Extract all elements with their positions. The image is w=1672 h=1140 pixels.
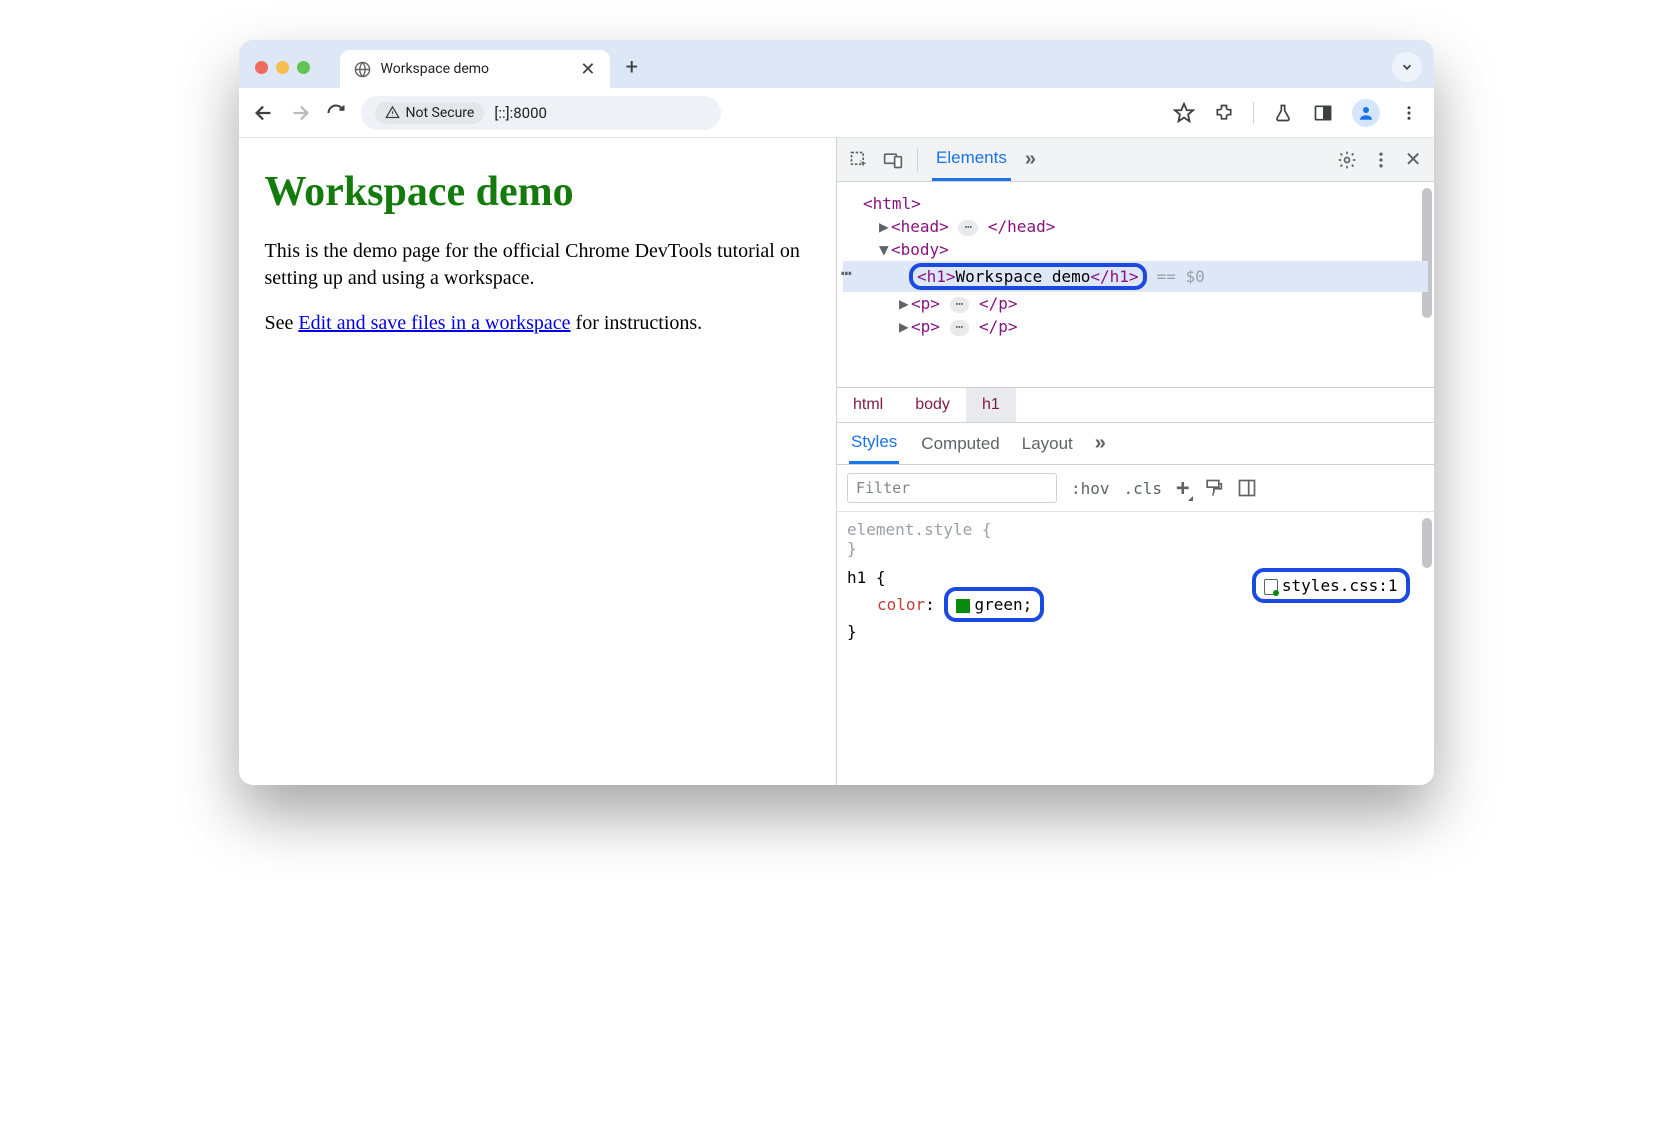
security-chip[interactable]: Not Secure [375, 102, 485, 124]
elements-tab[interactable]: Elements [932, 138, 1011, 181]
dom-node-p1[interactable]: ▶<p> ⋯ </p> [843, 292, 1428, 315]
h1-rule[interactable]: styles.css:1 h1 { color: green; } [847, 568, 1424, 641]
tab-strip: Workspace demo ✕ + [239, 40, 1434, 88]
styles-sidebar-tabs: Styles Computed Layout » [837, 423, 1434, 465]
settings-icon[interactable] [1337, 150, 1357, 170]
styles-scrollbar[interactable] [1422, 518, 1432, 568]
device-toggle-icon[interactable] [883, 150, 903, 170]
toolbar-actions [1173, 99, 1420, 127]
devtools-panel: Elements » ✕ <html> ▶<head> ⋯ </head> ▼<… [836, 138, 1434, 785]
more-styles-tabs[interactable]: » [1095, 432, 1106, 455]
chrome-window: Workspace demo ✕ + Not Secure [::]:8000 [239, 40, 1434, 785]
maximize-window-button[interactable] [297, 61, 310, 74]
dom-tree[interactable]: <html> ▶<head> ⋯ </head> ▼<body> <h1>Wor… [837, 182, 1434, 387]
close-window-button[interactable] [255, 61, 268, 74]
cls-toggle[interactable]: .cls [1124, 479, 1163, 498]
dt-divider [917, 148, 918, 172]
flex-grid-icon[interactable] [1237, 478, 1257, 498]
page-paragraph-2: See Edit and save files in a workspace f… [265, 310, 811, 337]
element-style-rule[interactable]: element.style { } [847, 520, 1424, 558]
inspect-icon[interactable] [849, 150, 869, 170]
workspace-tutorial-link[interactable]: Edit and save files in a workspace [298, 312, 570, 334]
tabs-dropdown-button[interactable] [1392, 52, 1422, 82]
page-paragraph-1: This is the demo page for the official C… [265, 238, 811, 292]
extensions-button[interactable] [1213, 102, 1235, 124]
globe-icon [354, 61, 371, 78]
rendered-page: Workspace demo This is the demo page for… [239, 138, 837, 785]
styles-tab[interactable]: Styles [849, 423, 899, 464]
close-devtools-icon[interactable]: ✕ [1405, 147, 1422, 172]
dom-node-head[interactable]: ▶<head> ⋯ </head> [843, 215, 1428, 238]
breadcrumb-html[interactable]: html [837, 388, 899, 422]
new-style-rule-button[interactable]: + [1176, 476, 1189, 501]
dom-node-p2[interactable]: ▶<p> ⋯ </p> [843, 315, 1428, 338]
browser-toolbar: Not Secure [::]:8000 [239, 88, 1434, 138]
hov-toggle[interactable]: :hov [1071, 479, 1110, 498]
styles-pane[interactable]: element.style { } styles.css:1 h1 { colo… [837, 512, 1434, 785]
dom-node-body[interactable]: ▼<body> [843, 238, 1428, 261]
warning-icon [385, 105, 400, 120]
side-panel-button[interactable] [1312, 102, 1334, 124]
content-area: Workspace demo This is the demo page for… [239, 138, 1434, 785]
back-button[interactable] [253, 102, 275, 124]
styles-filter-row: :hov .cls + [837, 465, 1434, 512]
new-tab-button[interactable]: + [626, 55, 638, 88]
computed-tab[interactable]: Computed [921, 434, 999, 454]
p2-post: for instructions. [571, 312, 703, 334]
reload-button[interactable] [325, 102, 347, 124]
layout-tab[interactable]: Layout [1022, 434, 1073, 454]
devtools-menu-icon[interactable] [1371, 150, 1391, 170]
profile-button[interactable] [1352, 99, 1380, 127]
breadcrumb-h1[interactable]: h1 [966, 388, 1016, 422]
labs-button[interactable] [1272, 102, 1294, 124]
dom-node-html[interactable]: <html> [843, 192, 1428, 215]
breadcrumb-body[interactable]: body [899, 388, 966, 422]
browser-tab[interactable]: Workspace demo ✕ [340, 50, 610, 88]
more-tabs-button[interactable]: » [1025, 148, 1036, 171]
paint-icon[interactable] [1203, 478, 1223, 498]
page-heading: Workspace demo [265, 168, 811, 216]
person-icon [1357, 104, 1375, 122]
bookmark-button[interactable] [1173, 102, 1195, 124]
close-tab-icon[interactable]: ✕ [580, 59, 595, 80]
p2-pre: See [265, 312, 299, 334]
styles-filter-input[interactable] [847, 473, 1057, 503]
url-text: [::]:8000 [494, 104, 547, 122]
dom-breadcrumb: html body h1 [837, 387, 1434, 423]
forward-button[interactable] [289, 102, 311, 124]
window-controls [255, 61, 310, 88]
tab-title: Workspace demo [381, 61, 490, 77]
devtools-top-bar: Elements » ✕ [837, 138, 1434, 182]
dom-node-h1-selected[interactable]: <h1>Workspace demo</h1>== $0 [843, 261, 1428, 292]
color-swatch[interactable] [956, 599, 970, 613]
dom-scrollbar[interactable] [1422, 188, 1432, 318]
file-icon [1264, 579, 1278, 595]
address-bar[interactable]: Not Secure [::]:8000 [361, 96, 721, 130]
style-source-link[interactable]: styles.css:1 [1252, 568, 1410, 603]
minimize-window-button[interactable] [276, 61, 289, 74]
security-label: Not Secure [406, 105, 475, 121]
chrome-menu-button[interactable] [1398, 102, 1420, 124]
toolbar-divider [1253, 102, 1254, 124]
